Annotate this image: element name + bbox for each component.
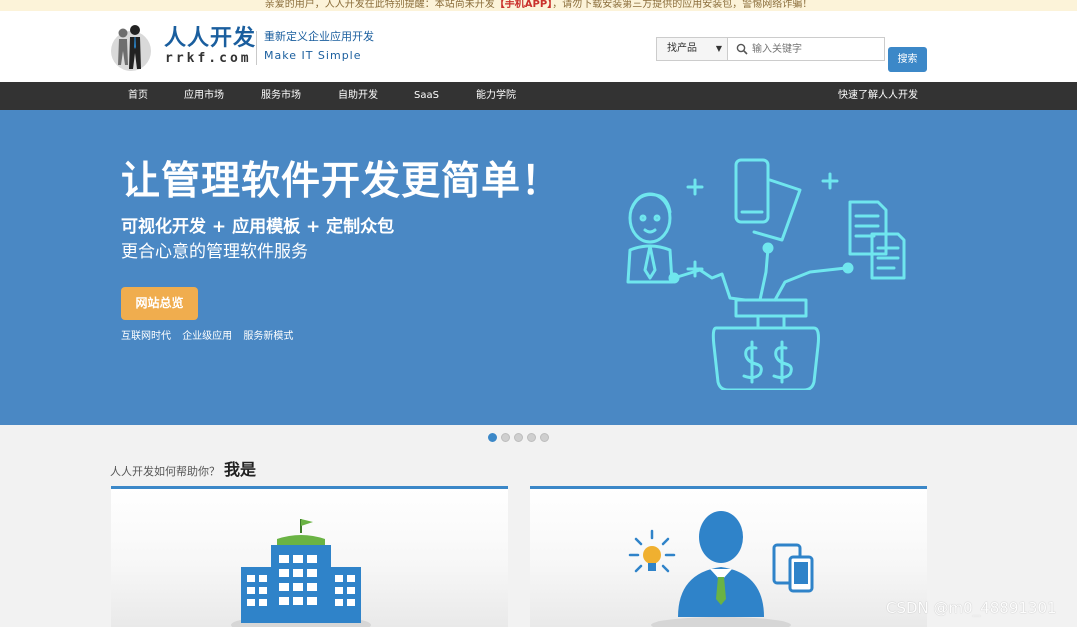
logo-domain: rrkf.com [165,51,252,66]
banner-tags: 互联网时代 企业级应用 服务新模式 [121,330,301,344]
section-heading-prefix: 人人开发如何帮助你？ [110,465,220,478]
slogan-chinese: 重新定义企业应用开发 [264,30,374,43]
section-heading: 人人开发如何帮助你？ 我是 [110,460,256,482]
nav-item-academy[interactable]: 能力学院 [476,82,516,110]
banner-subtitle-features: 可视化开发 + 应用模板 + 定制众包 [121,217,395,237]
banner-subtitle-service: 更合心意的管理软件服务 [121,242,308,262]
site-header: 人人开发 rrkf.com 重新定义企业应用开发 Make IT Simple … [0,11,1077,82]
notice-highlight: 【手机APP】 [494,0,553,10]
search-category-select[interactable]: 找产品 ▼ [656,37,728,61]
banner-title: 让管理软件开发更简单！ [121,159,562,204]
nav-quick-intro-link[interactable]: 快速了解人人开发 [838,82,918,110]
logo-divider [256,31,257,65]
slogan-english: Make IT Simple [264,49,362,62]
site-overview-button[interactable]: 网站总览 [121,287,198,320]
banner-tag: 服务新模式 [243,331,294,342]
nav-item-service-market[interactable]: 服务市场 [261,82,301,110]
nav-item-app-market[interactable]: 应用市场 [184,82,224,110]
carousel-dot[interactable] [488,433,497,442]
role-card-enterprise[interactable] [111,486,508,627]
search-category-value: 找产品 [667,43,697,54]
search-button[interactable]: 搜索 [888,47,927,72]
carousel-dot[interactable] [514,433,523,442]
nav-item-saas[interactable]: SaaS [414,82,439,110]
developer-person-icon [628,511,814,627]
role-card-individual[interactable] [530,486,927,627]
banner-tag: 互联网时代 [121,331,171,342]
logo-title[interactable]: 人人开发 [164,26,256,52]
hero-banner: 让管理软件开发更简单！ 可视化开发 + 应用模板 + 定制众包 更合心意的管理软… [0,110,1077,425]
search-icon [736,43,748,55]
logo-figure-icon[interactable] [111,21,155,73]
csdn-watermark: CSDN @m0_48891301 [886,599,1057,617]
section-heading-strong: 我是 [224,460,257,479]
carousel-dot[interactable] [527,433,536,442]
carousel-dot[interactable] [501,433,510,442]
notice-text-after: ，请勿下载安装第三方提供的应用安装包，警惕网络诈骗！ [552,0,813,10]
notice-text-before: 亲爱的用户，人人开发在此特别提醒：本站尚未开发 [264,0,495,10]
carousel-dot[interactable] [540,433,549,442]
search-box [728,37,885,61]
chevron-down-icon: ▼ [715,44,722,53]
search-input[interactable] [752,38,882,60]
banner-tag: 企业级应用 [182,331,233,342]
nav-item-home[interactable]: 首页 [128,82,148,110]
main-nav: 首页 应用市场 服务市场 自助开发 SaaS 能力学院 快速了解人人开发 [0,82,1077,110]
development-illustration-icon [626,158,906,390]
notice-bar: 亲爱的用户，人人开发在此特别提醒：本站尚未开发【手机APP】，请勿下载安装第三方… [0,0,1077,11]
nav-item-self-development[interactable]: 自助开发 [338,82,378,110]
office-building-icon [231,519,371,627]
